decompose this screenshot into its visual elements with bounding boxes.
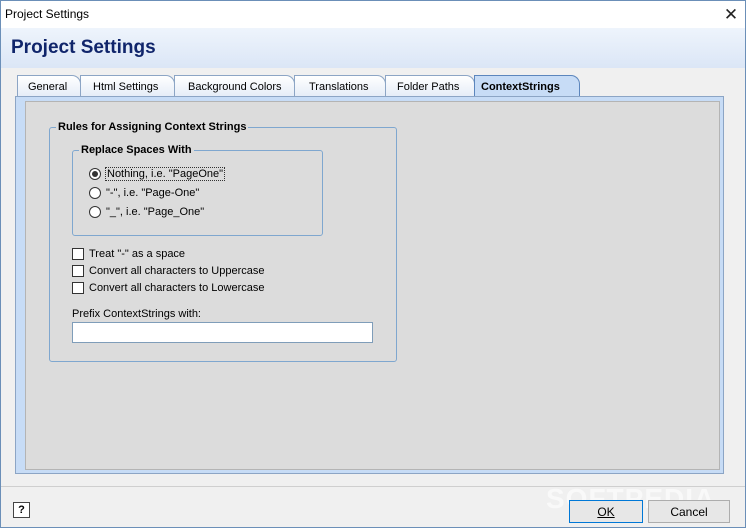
close-icon[interactable]: ✕ — [717, 1, 745, 28]
header-banner: Project Settings — [1, 28, 745, 68]
tab-html-settings[interactable]: Html Settings — [80, 75, 175, 97]
radio-dash-label: "-", i.e. "Page-One" — [106, 187, 200, 199]
checkbox-lowercase[interactable]: Convert all characters to Lowercase — [72, 282, 264, 294]
prefix-label: Prefix ContextStrings with: — [72, 308, 201, 320]
radio-indicator[interactable] — [89, 206, 101, 218]
project-settings-window: Project Settings ✕ Project Settings Gene… — [0, 0, 746, 528]
radio-underscore-label: "_", i.e. "Page_One" — [106, 206, 205, 218]
radio-indicator[interactable] — [89, 187, 101, 199]
radio-underscore[interactable]: "_", i.e. "Page_One" — [89, 206, 204, 218]
window-title: Project Settings — [5, 7, 90, 21]
ok-button[interactable]: OK — [569, 500, 643, 523]
tab-content: Rules for Assigning Context Strings Repl… — [25, 101, 720, 470]
checkbox-box[interactable] — [72, 282, 84, 294]
tab-translations[interactable]: Translations — [294, 75, 386, 97]
footer-divider — [1, 486, 745, 487]
radio-nothing-label: Nothing, i.e. "PageOne" — [104, 167, 226, 181]
checkbox-uppercase-label: Convert all characters to Uppercase — [89, 265, 265, 277]
checkbox-box[interactable] — [72, 265, 84, 277]
radio-nothing[interactable]: Nothing, i.e. "PageOne" — [89, 167, 226, 181]
checkbox-box[interactable] — [72, 248, 84, 260]
tab-strip: General Html Settings Background Colors … — [15, 75, 725, 97]
tab-contextstrings[interactable]: ContextStrings — [474, 75, 580, 97]
tab-folder-paths[interactable]: Folder Paths — [385, 75, 475, 97]
help-icon[interactable]: ? — [13, 502, 30, 518]
cancel-button[interactable]: Cancel — [648, 500, 730, 523]
radio-selected-indicator[interactable] — [89, 168, 101, 180]
replace-spaces-legend: Replace Spaces With — [79, 144, 194, 156]
rules-legend: Rules for Assigning Context Strings — [56, 121, 249, 133]
prefix-input[interactable] — [72, 322, 373, 343]
radio-dash[interactable]: "-", i.e. "Page-One" — [89, 187, 199, 199]
tab-background-colors[interactable]: Background Colors — [174, 75, 295, 97]
checkbox-uppercase[interactable]: Convert all characters to Uppercase — [72, 265, 264, 277]
checkbox-treat-dash-label: Treat "-" as a space — [89, 248, 186, 260]
page-title: Project Settings — [11, 37, 156, 58]
tab-panel: Rules for Assigning Context Strings Repl… — [15, 96, 724, 474]
title-bar: Project Settings ✕ — [1, 1, 745, 28]
tab-general[interactable]: General — [17, 75, 81, 97]
checkbox-lowercase-label: Convert all characters to Lowercase — [89, 282, 265, 294]
checkbox-treat-dash[interactable]: Treat "-" as a space — [72, 248, 185, 260]
